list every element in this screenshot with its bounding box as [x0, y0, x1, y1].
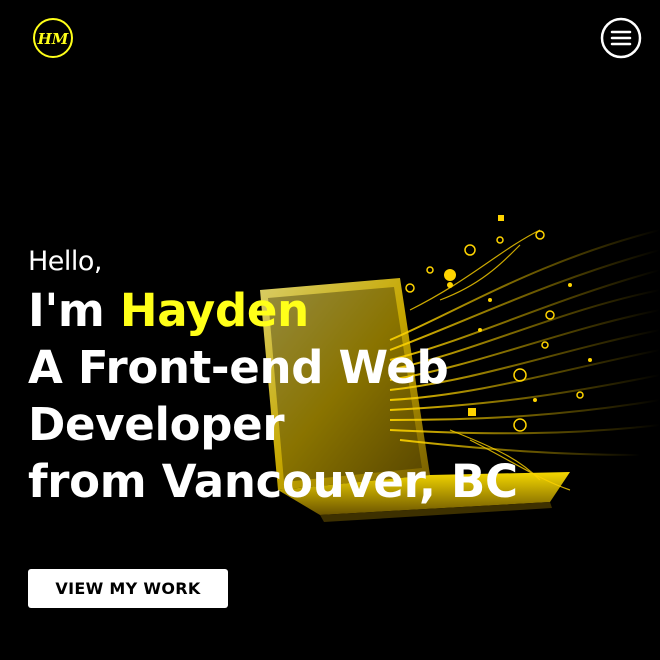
intro-prefix: I'm — [28, 284, 120, 337]
view-my-work-button[interactable]: VIEW MY WORK — [28, 569, 228, 608]
logo-text: HM — [37, 30, 69, 48]
hero-text: Hello, I'm Hayden A Front-end Web Develo… — [28, 244, 648, 510]
intro-line: I'm Hayden — [28, 282, 648, 339]
hamburger-menu-icon[interactable] — [599, 16, 643, 60]
location-line: from Vancouver, BC — [28, 455, 518, 508]
greeting: Hello, — [28, 246, 103, 277]
name-highlight: Hayden — [119, 284, 309, 337]
headline: I'm Hayden A Front-end Web Developer fro… — [28, 282, 648, 510]
role-line-2: Developer — [28, 398, 285, 451]
role-line: A Front-end Web — [28, 341, 449, 394]
hm-logo[interactable]: HM — [31, 16, 75, 60]
